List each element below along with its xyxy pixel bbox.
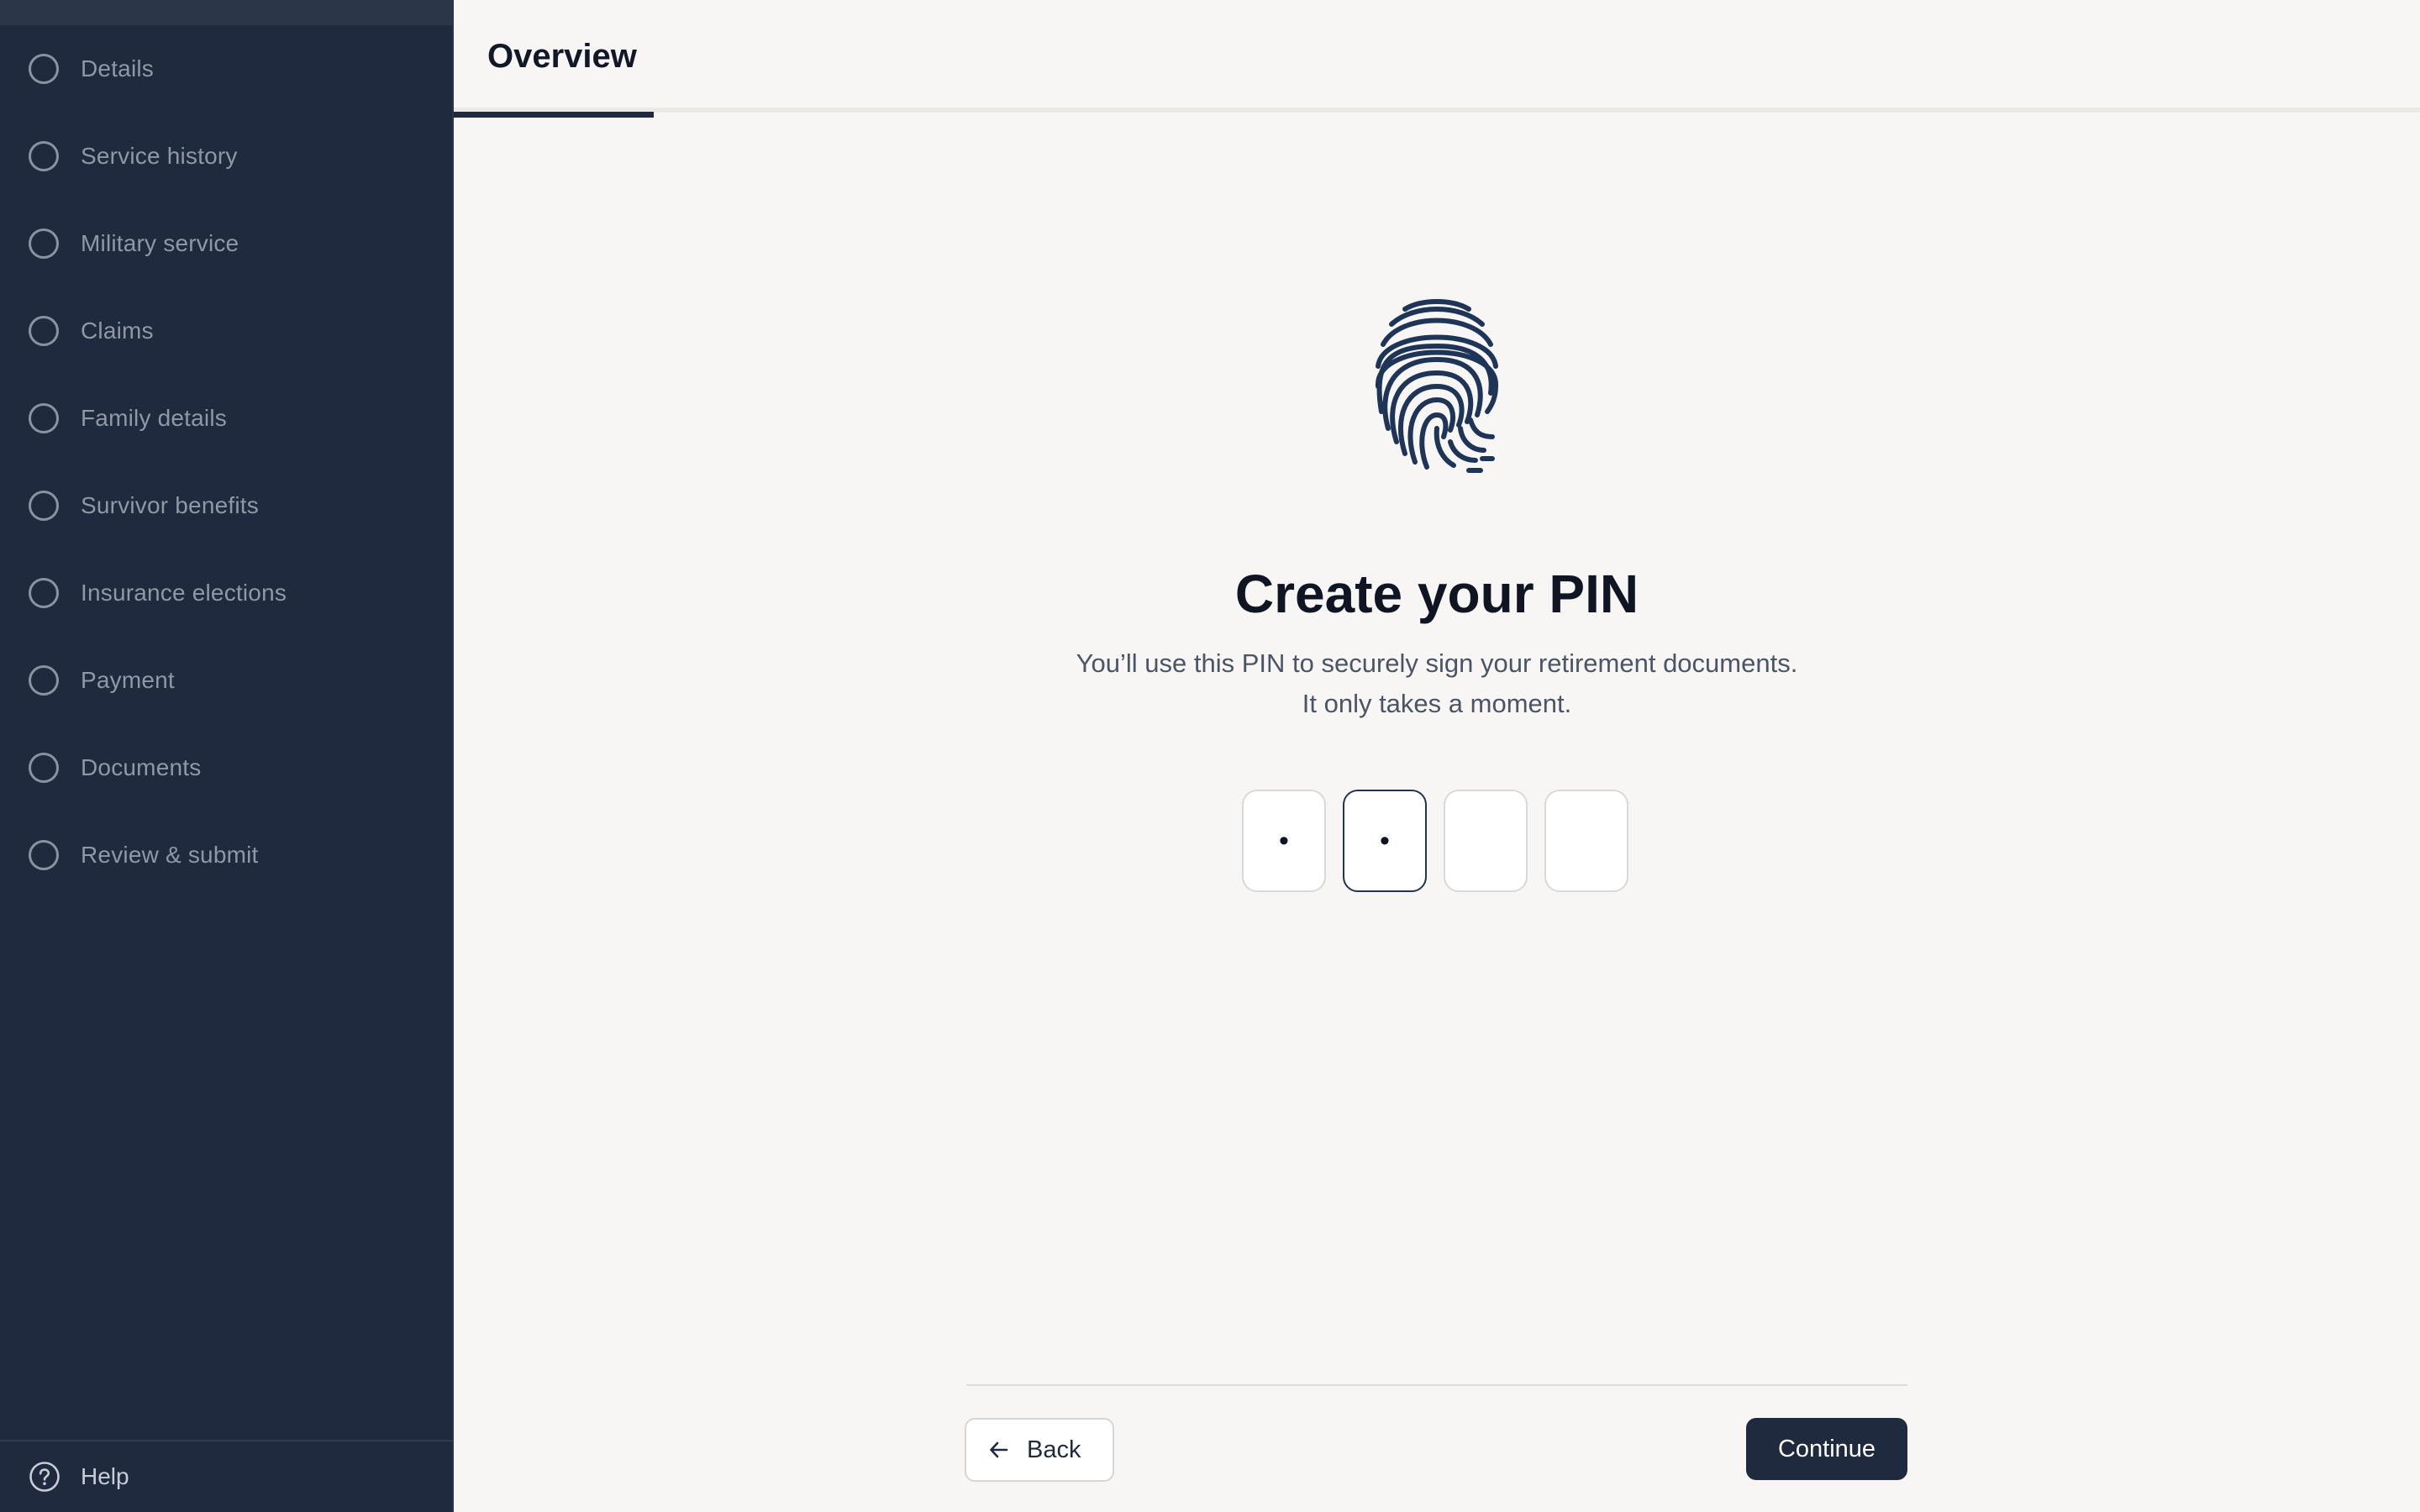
tab-bar: Overview (454, 0, 2420, 118)
sidebar-item-military-service[interactable]: Military service (0, 200, 454, 287)
sidebar-item-label: Details (81, 55, 154, 81)
sidebar-item-claims[interactable]: Claims (0, 287, 454, 375)
sidebar-item-service-history[interactable]: Service history (0, 113, 454, 200)
subtitle-line-2: It only takes a moment. (1302, 689, 1572, 718)
tab-overview[interactable]: Overview (454, 0, 654, 118)
step-circle-icon (29, 141, 59, 171)
arrow-left-icon (990, 1441, 1008, 1458)
sidebar-item-label: Review & submit (81, 842, 259, 868)
pin-digit-2[interactable]: • (1343, 790, 1427, 892)
sidebar-item-details[interactable]: Details (0, 25, 454, 113)
sidebar-item-label: Documents (81, 754, 202, 780)
sidebar-item-family-details[interactable]: Family details (0, 375, 454, 462)
sidebar-item-label: Claims (81, 318, 154, 344)
subtitle-line-1: You’ll use this PIN to securely sign you… (1076, 648, 1798, 678)
sidebar: Details Service history Military service… (0, 0, 454, 1512)
sidebar-item-label: Service history (81, 143, 238, 169)
step-circle-icon (29, 491, 59, 521)
back-button-label: Back (1027, 1436, 1081, 1463)
sidebar-item-payment[interactable]: Payment (0, 637, 454, 724)
continue-button[interactable]: Continue (1746, 1418, 1907, 1480)
continue-button-label: Continue (1777, 1435, 1876, 1462)
step-circle-icon (29, 840, 59, 870)
step-circle-icon (29, 753, 59, 783)
main-panel: Overview Create your PIN You’ll use this… (454, 0, 2420, 1512)
step-circle-icon (29, 403, 59, 433)
sidebar-item-survivor-benefits[interactable]: Survivor benefits (0, 462, 454, 549)
question-circle-icon (29, 1462, 60, 1492)
sidebar-item-review-submit[interactable]: Review & submit (0, 811, 454, 899)
sidebar-item-label: Family details (81, 405, 227, 431)
sidebar-item-documents[interactable]: Documents (0, 724, 454, 811)
pin-dot: • (1279, 825, 1289, 857)
pin-digit-3[interactable] (1444, 790, 1528, 892)
page-title: Create your PIN (1234, 564, 1639, 624)
pin-dot: • (1380, 825, 1390, 857)
fingerprint-icon (1375, 299, 1499, 473)
sidebar-item-label: Payment (81, 667, 175, 693)
sidebar-top-strip (0, 0, 454, 25)
help-link[interactable]: Help (0, 1440, 454, 1512)
sidebar-item-label: Military service (81, 230, 239, 256)
sidebar-item-label: Survivor benefits (81, 492, 259, 518)
step-circle-icon (29, 578, 59, 608)
pin-setup-section: Create your PIN You’ll use this PIN to s… (454, 118, 2420, 1512)
step-circle-icon (29, 316, 59, 346)
step-circle-icon (29, 54, 59, 84)
help-label: Help (81, 1463, 129, 1489)
sidebar-item-insurance-elections[interactable]: Insurance elections (0, 549, 454, 637)
step-circle-icon (29, 665, 59, 696)
back-button[interactable]: Back (965, 1418, 1114, 1482)
footer-divider (966, 1384, 1907, 1386)
sidebar-item-label: Insurance elections (81, 580, 287, 606)
pin-input-group: • • (1242, 790, 1632, 894)
step-navigation: Details Service history Military service… (0, 25, 454, 899)
step-circle-icon (29, 228, 59, 259)
pin-digit-1[interactable]: • (1242, 790, 1326, 892)
pin-digit-4[interactable] (1544, 790, 1628, 892)
